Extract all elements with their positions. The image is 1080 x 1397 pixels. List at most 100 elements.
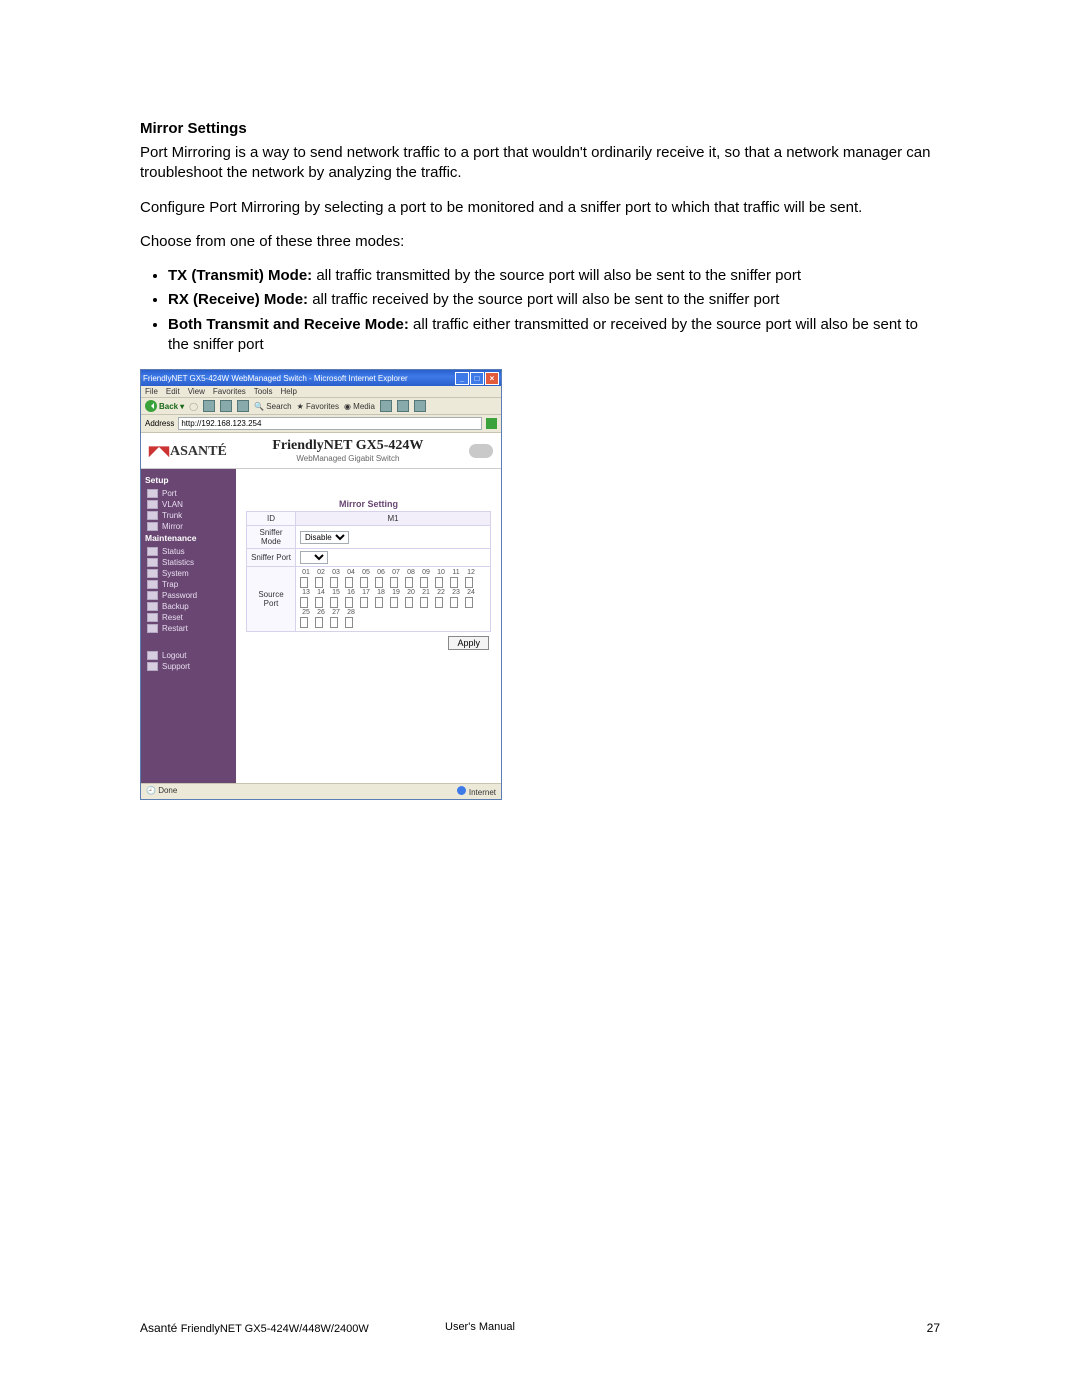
address-label: Address [145, 419, 174, 428]
sidebar-item-support[interactable]: Support [147, 662, 230, 671]
port-label: 21 [420, 589, 432, 596]
search-button[interactable]: 🔍 Search [254, 402, 292, 411]
go-button[interactable] [486, 418, 497, 429]
stop-icon[interactable] [203, 400, 215, 412]
footer-left: Asanté FriendlyNET GX5-424W/448W/2400W [140, 1321, 369, 1335]
sidebar-item-backup[interactable]: Backup [147, 602, 230, 611]
port-checkbox[interactable] [435, 577, 443, 588]
home-icon[interactable] [237, 400, 249, 412]
port-checkbox[interactable] [390, 597, 398, 608]
port-checkbox[interactable] [420, 577, 428, 588]
mirror-setting-title: Mirror Setting [246, 499, 491, 509]
product-title: FriendlyNET GX5-424W [272, 438, 423, 453]
paragraph-1: Port Mirroring is a way to send network … [140, 143, 940, 184]
ie-titlebar: FriendlyNET GX5-424W WebManaged Switch -… [141, 370, 501, 386]
page-icon [147, 547, 158, 556]
page-icon [147, 624, 158, 633]
history-icon[interactable] [380, 400, 392, 412]
sidebar-item-trunk[interactable]: Trunk [147, 511, 230, 520]
menu-tools[interactable]: Tools [254, 387, 273, 396]
forward-button[interactable]: ◯ [189, 402, 198, 411]
port-checkbox[interactable] [465, 597, 473, 608]
ie-menubar: File Edit View Favorites Tools Help [141, 386, 501, 398]
port-checkbox[interactable] [360, 597, 368, 608]
port-checkbox[interactable] [345, 577, 353, 588]
apply-button[interactable]: Apply [448, 636, 489, 650]
mode-rx-text: all traffic received by the source port … [308, 291, 779, 308]
port-checkbox[interactable] [405, 597, 413, 608]
port-checkbox[interactable] [375, 597, 383, 608]
port-checkbox[interactable] [315, 617, 323, 628]
port-checkbox[interactable] [390, 577, 398, 588]
port-label: 10 [435, 569, 447, 576]
port-checkbox[interactable] [345, 597, 353, 608]
sidebar-item-logout[interactable]: Logout [147, 651, 230, 660]
sidebar-item-restart[interactable]: Restart [147, 624, 230, 633]
page-icon [147, 651, 158, 660]
sidebar-item-status[interactable]: Status [147, 547, 230, 556]
port-label: 08 [405, 569, 417, 576]
sniffer-mode-select[interactable]: Disable [300, 531, 349, 544]
col-m1: M1 [296, 512, 491, 526]
port-checkbox[interactable] [435, 597, 443, 608]
port-checkbox[interactable] [450, 577, 458, 588]
port-checkbox[interactable] [405, 577, 413, 588]
close-button[interactable]: × [485, 372, 499, 385]
port-checkbox[interactable] [330, 577, 338, 588]
port-checkbox[interactable] [450, 597, 458, 608]
print-icon[interactable] [414, 400, 426, 412]
port-checkbox[interactable] [330, 597, 338, 608]
port-checkbox[interactable] [360, 577, 368, 588]
page-icon [147, 662, 158, 671]
port-checkbox[interactable] [345, 617, 353, 628]
port-checkbox[interactable] [300, 617, 308, 628]
back-button[interactable]: Back ▾ [145, 400, 184, 412]
page-icon [147, 591, 158, 600]
mail-icon[interactable] [397, 400, 409, 412]
sidebar-item-system[interactable]: System [147, 569, 230, 578]
port-label: 05 [360, 569, 372, 576]
port-checkbox[interactable] [315, 577, 323, 588]
mode-tx-text: all traffic transmitted by the source po… [312, 267, 801, 284]
port-label: 15 [330, 589, 342, 596]
page-icon [147, 580, 158, 589]
address-input[interactable] [178, 417, 482, 430]
main-area: Mirror Setting ID M1 Sniffer Mode Disabl… [236, 469, 501, 783]
mode-tx-label: TX (Transmit) Mode: [168, 267, 312, 284]
media-button[interactable]: ◉ Media [344, 402, 375, 411]
port-checkbox[interactable] [300, 577, 308, 588]
sidebar-item-trap[interactable]: Trap [147, 580, 230, 589]
sniffer-port-select[interactable] [300, 551, 328, 564]
sidebar-item-reset[interactable]: Reset [147, 613, 230, 622]
menu-help[interactable]: Help [280, 387, 296, 396]
port-checkbox[interactable] [465, 577, 473, 588]
menu-edit[interactable]: Edit [166, 387, 180, 396]
sidebar-item-port[interactable]: Port [147, 489, 230, 498]
menu-file[interactable]: File [145, 387, 158, 396]
port-checkbox[interactable] [300, 597, 308, 608]
maximize-button[interactable]: □ [470, 372, 484, 385]
sidebar-item-vlan[interactable]: VLAN [147, 500, 230, 509]
menu-view[interactable]: View [188, 387, 205, 396]
sidebar-item-mirror[interactable]: Mirror [147, 522, 230, 531]
sidebar-item-password[interactable]: Password [147, 591, 230, 600]
port-checkbox[interactable] [330, 617, 338, 628]
favorites-button[interactable]: ★ Favorites [297, 402, 339, 411]
port-checkbox[interactable] [375, 577, 383, 588]
menu-favorites[interactable]: Favorites [213, 387, 246, 396]
sidebar-item-statistics[interactable]: Statistics [147, 558, 230, 567]
footer-mid: User's Manual [445, 1321, 515, 1333]
window-title: FriendlyNET GX5-424W WebManaged Switch -… [143, 374, 408, 383]
minimize-button[interactable]: _ [455, 372, 469, 385]
port-label: 19 [390, 589, 402, 596]
port-label: 17 [360, 589, 372, 596]
port-label: 24 [465, 589, 477, 596]
refresh-icon[interactable] [220, 400, 232, 412]
status-zone: Internet [457, 786, 496, 797]
port-label: 01 [300, 569, 312, 576]
port-checkbox[interactable] [420, 597, 428, 608]
page-icon [147, 558, 158, 567]
page-icon [147, 500, 158, 509]
port-checkbox[interactable] [315, 597, 323, 608]
paragraph-3: Choose from one of these three modes: [140, 232, 940, 252]
